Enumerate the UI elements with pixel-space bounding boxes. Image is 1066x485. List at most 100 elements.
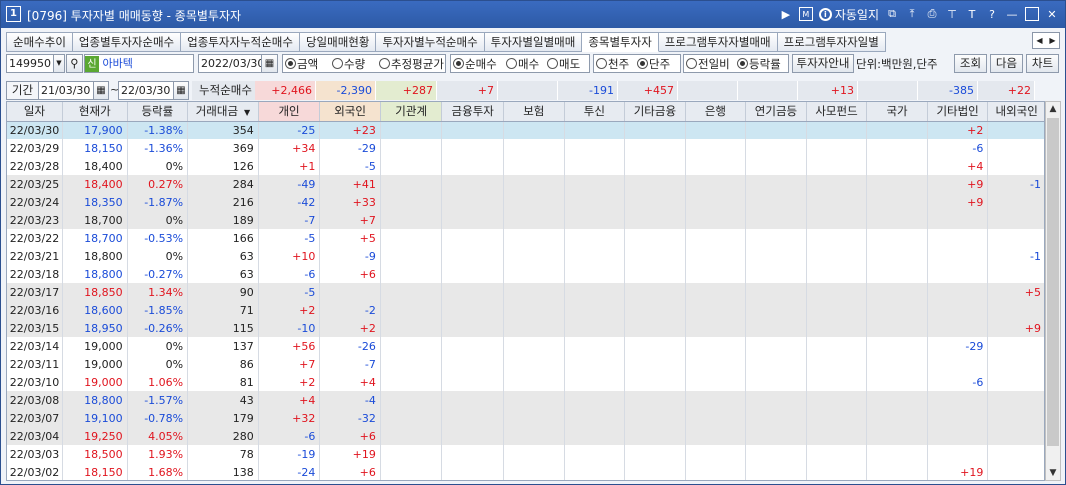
table-row[interactable]: 22/03/08 18,800 -1.57% 43 +4 -4 (7, 391, 1044, 409)
table-row[interactable]: 22/03/15 18,950 -0.26% 115 -10 +2 +9 (7, 319, 1044, 337)
scroll-down-icon[interactable]: ▼ (1046, 466, 1060, 480)
table-cell: 22/03/21 (7, 247, 63, 265)
column-header[interactable]: 개인 (258, 102, 321, 122)
column-header[interactable]: 일자 (7, 102, 63, 122)
column-header[interactable]: 등락률 (127, 102, 189, 122)
column-header[interactable]: 외국인 (319, 102, 381, 122)
table-row[interactable]: 22/03/11 19,000 0% 86 +7 -7 (7, 355, 1044, 373)
quantity-radio[interactable]: 수량 (332, 54, 365, 73)
table-row[interactable]: 22/03/16 18,600 -1.85% 71 +2 -2 (7, 301, 1044, 319)
tab-right-icon[interactable]: ▶ (1046, 33, 1059, 48)
table-cell (624, 157, 686, 175)
pin-icon[interactable]: ⊤ (945, 7, 959, 21)
buy-radio[interactable]: 매수 (506, 54, 539, 73)
table-row[interactable]: 22/03/10 19,000 1.06% 81 +2 +4 -6 (7, 373, 1044, 391)
table-row[interactable]: 22/03/28 18,400 0% 126 +1 -5 +4 (7, 157, 1044, 175)
unit-label: 단위:백만원,단주 (856, 57, 938, 71)
table-cell (987, 157, 1044, 175)
period-start-input[interactable]: 21/03/30 (38, 81, 94, 100)
vertical-scrollbar[interactable]: ▲ ▼ (1045, 101, 1061, 481)
table-row[interactable]: 22/03/03 18,500 1.93% 78 -19 +19 (7, 445, 1044, 463)
column-header[interactable]: 기타금융 (624, 102, 686, 122)
column-header[interactable]: 기관계 (380, 102, 443, 122)
table-row[interactable]: 22/03/30 17,900 -1.38% 354 -25 +23 +2 (7, 121, 1044, 139)
print-icon[interactable]: ⎙ (925, 7, 939, 21)
search-button[interactable]: 조회 (954, 54, 987, 73)
tab-left-icon[interactable]: ◀ (1033, 33, 1046, 48)
tab-8[interactable]: 프로그램투자자별매매 (658, 32, 778, 52)
table-row[interactable]: 22/03/24 18,350 -1.87% 216 -42 +33 +9 (7, 193, 1044, 211)
table-row[interactable]: 22/03/22 18,700 -0.53% 166 -5 +5 (7, 229, 1044, 247)
table-cell (745, 301, 807, 319)
table-cell (987, 211, 1044, 229)
tab-4[interactable]: 당일매매현황 (299, 32, 377, 52)
amount-radio[interactable]: 금액 (285, 54, 318, 73)
font-icon[interactable]: T (965, 7, 979, 21)
column-header[interactable]: 기타법인 (927, 102, 989, 122)
table-row[interactable]: 22/03/25 18,400 0.27% 284 -49 +41 +9 -1 (7, 175, 1044, 193)
start-calendar-icon[interactable]: ▦ (93, 81, 109, 100)
tab-scroll[interactable]: ◀ ▶ (1032, 32, 1060, 49)
next-button[interactable]: 다음 (990, 54, 1023, 73)
stock-code-input[interactable]: 149950 (6, 54, 54, 73)
tab-9[interactable]: 프로그램투자자일별 (777, 32, 886, 52)
tab-2[interactable]: 업종별투자자순매수 (72, 32, 182, 52)
link-icon[interactable]: ⧉ (885, 7, 899, 21)
table-row[interactable]: 22/03/02 18,150 1.68% 138 -24 +6 +19 (7, 463, 1044, 480)
investor-guide-button[interactable]: 투자자안내 (792, 54, 854, 73)
table-row[interactable]: 22/03/18 18,800 -0.27% 63 -6 +6 (7, 265, 1044, 283)
radio-label: 단주 (649, 56, 671, 71)
column-header[interactable]: 현재가 (62, 102, 128, 122)
table-row[interactable]: 22/03/23 18,700 0% 189 -7 +7 (7, 211, 1044, 229)
table-row[interactable]: 22/03/29 18,150 -1.36% 369 +34 -29 -6 (7, 139, 1044, 157)
scroll-thumb[interactable] (1047, 118, 1059, 446)
single-share-radio[interactable]: 단주 (637, 54, 670, 73)
column-header[interactable]: 국가 (866, 102, 928, 122)
calendar-icon[interactable]: ▦ (261, 54, 278, 73)
table-row[interactable]: 22/03/07 19,100 -0.78% 179 +32 -32 (7, 409, 1044, 427)
help-icon[interactable]: ? (985, 7, 999, 21)
memo-icon[interactable]: M (798, 7, 813, 21)
minimize-icon[interactable]: — (1005, 7, 1019, 21)
table-row[interactable]: 22/03/21 18,800 0% 63 +10 -9 -1 (7, 247, 1044, 265)
auto-log-button[interactable]: i 자동일지 (818, 6, 879, 23)
search-icon[interactable]: ⚲ (66, 54, 83, 73)
maximize-icon[interactable] (1025, 7, 1039, 21)
date-input[interactable]: 2022/03/30 (198, 54, 262, 73)
tab-7[interactable]: 종목별투자자 (582, 32, 659, 52)
table-row[interactable]: 22/03/04 19,250 4.05% 280 -6 +6 (7, 427, 1044, 445)
column-header[interactable]: 연기금등 (745, 102, 807, 122)
code-dropdown-icon[interactable]: ▼ (53, 54, 65, 73)
table-cell: -0.27% (127, 265, 189, 283)
column-header[interactable]: 은행 (685, 102, 747, 122)
sell-radio[interactable]: 매도 (547, 54, 580, 73)
tab-3[interactable]: 업종투자자누적순매수 (181, 32, 300, 52)
sort-icon[interactable]: ▼ (244, 108, 250, 117)
column-header[interactable]: 보험 (503, 102, 565, 122)
table-cell: +1 (258, 157, 321, 175)
table-row[interactable]: 22/03/14 19,000 0% 137 +56 -26 -29 (7, 337, 1044, 355)
scroll-up-icon[interactable]: ▲ (1046, 102, 1060, 116)
tab-1[interactable]: 순매수추이 (6, 32, 73, 52)
table-row[interactable]: 22/03/17 18,850 1.34% 90 -5 +5 (7, 283, 1044, 301)
column-header[interactable]: 거래대금 ▼ (187, 102, 259, 122)
period-end-input[interactable]: 22/03/30 (118, 81, 174, 100)
prevday-radio[interactable]: 전일비 (686, 54, 730, 73)
table-cell (927, 211, 989, 229)
column-header[interactable]: 내외국인 (987, 102, 1044, 122)
end-calendar-icon[interactable]: ▦ (173, 81, 189, 100)
column-header[interactable]: 사모펀드 (806, 102, 868, 122)
rate-radio[interactable]: 등락률 (737, 54, 781, 73)
radio-dot-icon (596, 58, 607, 69)
column-header[interactable]: 투신 (564, 102, 626, 122)
avgprice-radio[interactable]: 추정평균가 (379, 54, 444, 73)
tab-6[interactable]: 투자자별일별매매 (484, 32, 583, 52)
chart-button[interactable]: 차트 (1026, 54, 1059, 73)
close-icon[interactable]: ✕ (1045, 7, 1059, 21)
netbuy-radio[interactable]: 순매수 (453, 54, 497, 73)
tab-5[interactable]: 투자자별누적순매수 (376, 32, 485, 52)
column-header[interactable]: 금융투자 (441, 102, 504, 122)
thousand-share-radio[interactable]: 천주 (596, 54, 629, 73)
upload-icon[interactable]: ⤒ (905, 7, 919, 21)
play-icon[interactable]: ▶ (779, 7, 793, 21)
